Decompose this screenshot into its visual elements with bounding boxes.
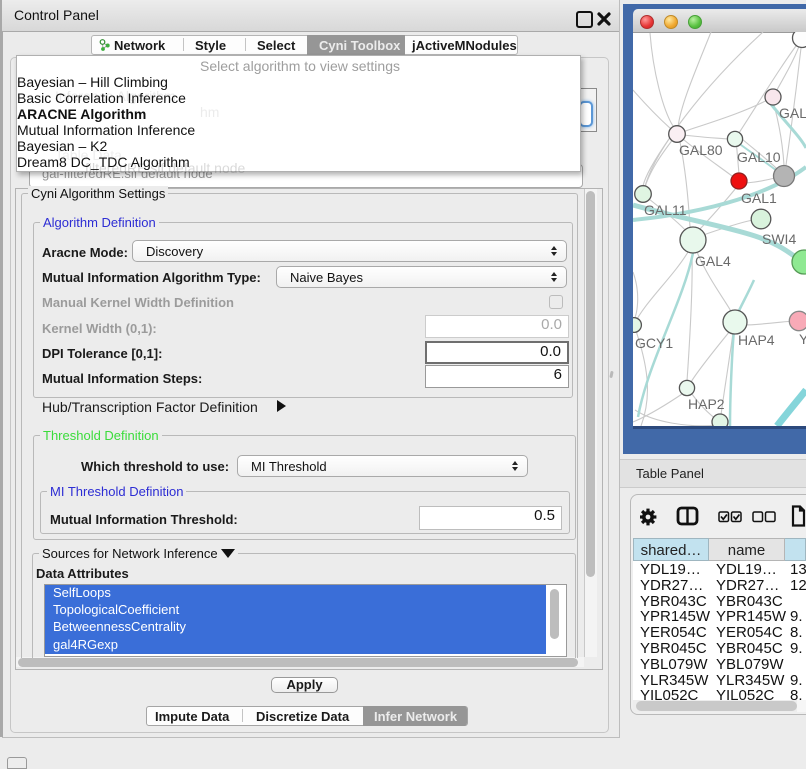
svg-text:HAP2: HAP2	[688, 396, 725, 412]
svg-text:GCY1: GCY1	[635, 335, 673, 351]
svg-text:HAP4: HAP4	[738, 332, 775, 348]
svg-text:GAL11: GAL11	[644, 202, 687, 218]
svg-text:GAL10: GAL10	[737, 149, 781, 165]
svg-text:SWI4: SWI4	[762, 231, 796, 247]
svg-text:GAL4: GAL4	[695, 253, 731, 269]
svg-text:GAL1: GAL1	[741, 190, 777, 206]
svg-text:GAL80: GAL80	[679, 142, 723, 158]
svg-text:GAL: GAL	[779, 105, 806, 121]
svg-text:Y: Y	[799, 331, 806, 347]
